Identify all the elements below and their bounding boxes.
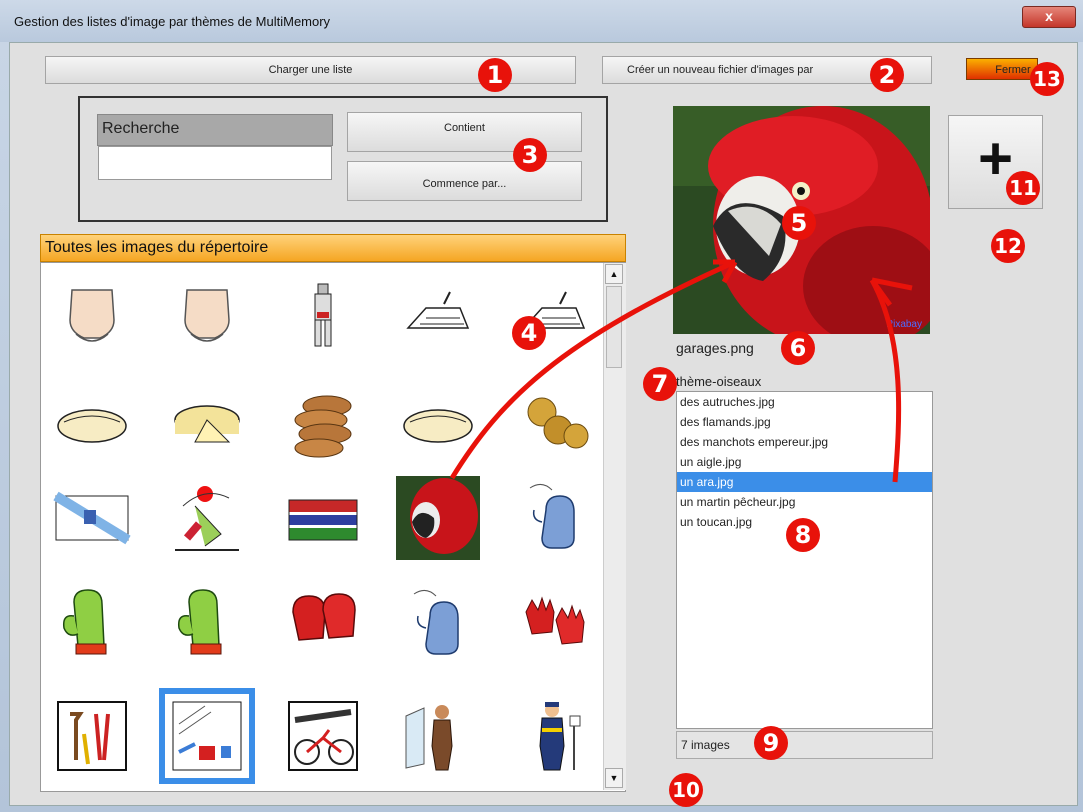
annotation-badge-3: 3 <box>513 138 547 172</box>
annotation-badge-2: 2 <box>870 58 904 92</box>
annotation-badge-6: 6 <box>781 331 815 365</box>
annotation-badge-4: 4 <box>512 316 546 350</box>
annotation-arrows <box>449 259 913 483</box>
annotation-badge-5: 5 <box>782 206 816 240</box>
annotation-badge-13: 13 <box>1030 62 1064 96</box>
annotation-badge-9: 9 <box>754 726 788 760</box>
annotation-badge-12: 12 <box>991 229 1025 263</box>
annotation-badge-11: 11 <box>1006 171 1040 205</box>
annotation-badge-8: 8 <box>786 518 820 552</box>
annotation-badge-7: 7 <box>643 367 677 401</box>
annotation-badge-1: 1 <box>478 58 512 92</box>
annotation-badge-10: 10 <box>669 773 703 807</box>
app-window: Gestion des listes d'image par thèmes de… <box>0 0 1083 812</box>
